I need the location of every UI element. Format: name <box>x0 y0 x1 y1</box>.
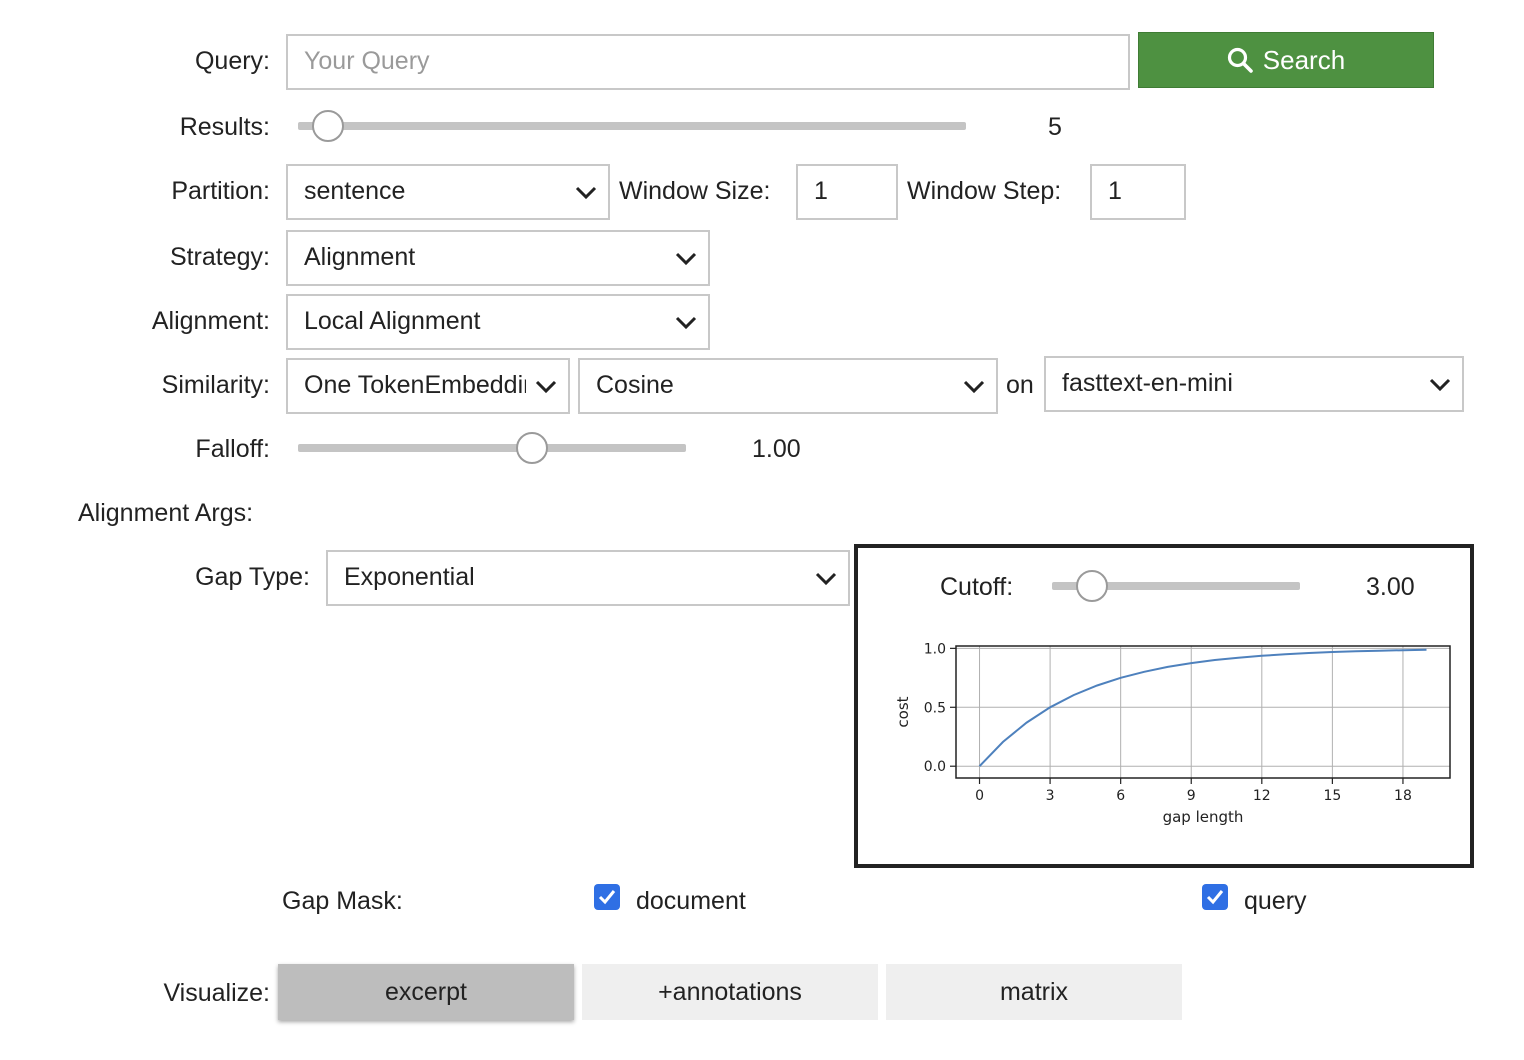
x-tick-label: 9 <box>1187 788 1196 804</box>
document-checkbox[interactable] <box>594 884 620 910</box>
chevron-down-icon <box>963 380 985 394</box>
y-tick-label: 0.0 <box>924 759 946 775</box>
alignment-args-label: Alignment Args: <box>78 499 254 527</box>
partition-label: Partition: <box>171 177 270 205</box>
query-label: Query: <box>194 47 270 75</box>
strategy-label: Strategy: <box>169 243 270 271</box>
search-button[interactable]: Search <box>1138 32 1434 88</box>
gap-type-selected: Exponential <box>344 563 475 591</box>
visualize-excerpt-button[interactable]: excerpt <box>278 964 574 1020</box>
falloff-label: Falloff: <box>195 435 270 463</box>
y-tick-label: 0.5 <box>924 700 946 716</box>
similarity-label: Similarity: <box>161 371 270 399</box>
similarity-on-label: on <box>1006 371 1034 399</box>
cutoff-label: Cutoff: <box>940 573 1014 601</box>
series-line <box>978 648 1427 767</box>
plot-frame <box>955 645 1451 779</box>
gap-type-select[interactable]: Exponential <box>326 550 850 606</box>
search-button-label: Search <box>1262 44 1346 75</box>
x-tick-label: 3 <box>1046 788 1055 804</box>
visualize-label: Visualize: <box>163 979 270 1007</box>
window-step-input[interactable]: 1 <box>1090 164 1186 220</box>
falloff-value: 1.00 <box>752 435 801 463</box>
alignment-label: Alignment: <box>151 307 270 335</box>
gap-type-label: Gap Type: <box>195 563 310 591</box>
cutoff-value: 3.00 <box>1366 573 1415 601</box>
results-slider-thumb[interactable] <box>312 110 344 142</box>
window-size-input[interactable]: 1 <box>796 164 898 220</box>
similarity-model-selected: fasttext-en-mini <box>1062 369 1233 397</box>
results-slider-track[interactable] <box>298 122 966 130</box>
cutoff-slider-thumb[interactable] <box>1076 570 1108 602</box>
similarity-model-select[interactable]: fasttext-en-mini <box>1044 356 1464 412</box>
x-tick-label: 12 <box>1253 788 1271 804</box>
x-tick-label: 18 <box>1394 788 1412 804</box>
strategy-selected: Alignment <box>304 243 416 271</box>
y-tick-label: 1.0 <box>924 641 946 657</box>
chevron-down-icon <box>535 380 557 394</box>
window-step-label: Window Step: <box>907 177 1062 205</box>
strategy-select[interactable]: Alignment <box>286 230 710 286</box>
x-tick-label: 15 <box>1323 788 1341 804</box>
chevron-down-icon <box>675 316 697 330</box>
gap-cost-chart: 0 3 6 9 12 15 18 0.0 0.5 1.0 gap length cost <box>894 641 1451 826</box>
chevron-down-icon <box>575 186 597 200</box>
similarity-embedding-selected: One TokenEmbedding <box>304 371 526 399</box>
query-checkbox[interactable] <box>1202 884 1228 910</box>
query-checkbox-label: query <box>1244 887 1307 915</box>
partition-selected: sentence <box>304 177 406 205</box>
alignment-selected: Local Alignment <box>304 307 481 335</box>
results-label: Results: <box>179 113 270 141</box>
similarity-embedding-select[interactable]: One TokenEmbedding <box>286 358 570 414</box>
y-axis-label: cost <box>894 696 912 727</box>
results-value: 5 <box>1048 113 1062 141</box>
query-placeholder: Your Query <box>304 47 430 75</box>
check-icon <box>1206 890 1224 905</box>
similarity-metric-selected: Cosine <box>596 371 674 399</box>
gap-mask-label: Gap Mask: <box>282 887 403 915</box>
visualize-matrix-button[interactable]: matrix <box>886 964 1182 1020</box>
gap-cost-panel: Cutoff: 3.00 0 3 6 9 12 15 18 0.0 0.5 1.0 gap leng… <box>854 544 1474 868</box>
x-axis-label: gap length <box>1163 808 1244 826</box>
document-checkbox-label: document <box>636 887 746 915</box>
search-icon <box>1227 47 1253 73</box>
visualize-annotations-button[interactable]: +annotations <box>582 964 878 1020</box>
falloff-slider-track[interactable] <box>298 444 686 452</box>
query-input[interactable]: Your Query <box>286 34 1130 90</box>
alignment-select[interactable]: Local Alignment <box>286 294 710 350</box>
x-tick-label: 6 <box>1116 788 1125 804</box>
chevron-down-icon <box>815 572 837 586</box>
x-tick-label: 0 <box>975 788 984 804</box>
partition-select[interactable]: sentence <box>286 164 610 220</box>
window-size-label: Window Size: <box>619 177 771 205</box>
check-icon <box>598 890 616 905</box>
chevron-down-icon <box>1429 378 1451 392</box>
chevron-down-icon <box>675 252 697 266</box>
falloff-slider-thumb[interactable] <box>516 432 548 464</box>
similarity-metric-select[interactable]: Cosine <box>578 358 998 414</box>
